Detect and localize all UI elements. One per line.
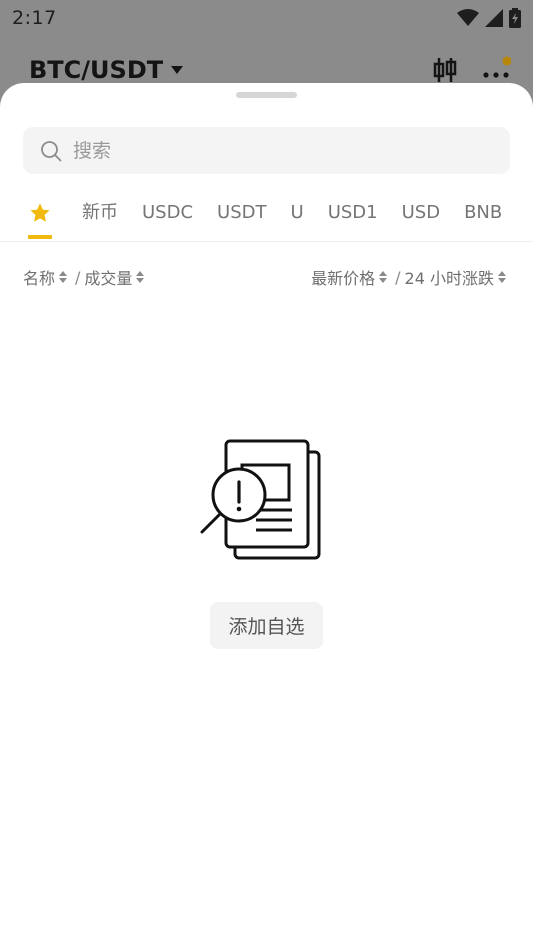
sort-group-right: 最新价格 / 24 小时涨跌 bbox=[311, 265, 510, 289]
sort-icon[interactable] bbox=[136, 271, 145, 283]
tab-usdc[interactable]: USDC bbox=[142, 191, 193, 235]
market-tabs: 新币 USDC USDT U USD1 USD BNB bbox=[0, 191, 533, 242]
pair-label: BTC/USDT bbox=[29, 56, 164, 84]
sort-change-label[interactable]: 24 小时涨跌 bbox=[405, 265, 494, 289]
battery-icon bbox=[509, 8, 521, 28]
search-bar[interactable] bbox=[23, 127, 510, 174]
status-bar: 2:17 bbox=[0, 0, 533, 36]
sort-icon[interactable] bbox=[498, 271, 506, 283]
sort-volume-label[interactable]: 成交量 bbox=[84, 265, 132, 289]
sort-icon[interactable] bbox=[59, 271, 68, 283]
tab-bnb[interactable]: BNB bbox=[464, 191, 502, 235]
caret-down-icon bbox=[171, 66, 184, 74]
column-header: 名称 / 成交量 最新价格 / 24 小时涨跌 bbox=[23, 265, 510, 289]
sort-group-left: 名称 / 成交量 bbox=[23, 265, 148, 289]
separator: / bbox=[75, 267, 81, 287]
tab-new-listing[interactable]: 新币 bbox=[82, 191, 118, 235]
signal-icon bbox=[485, 9, 503, 27]
wifi-icon bbox=[457, 9, 479, 26]
sort-icon[interactable] bbox=[379, 271, 388, 283]
more-options-icon[interactable] bbox=[483, 56, 511, 84]
tab-favorites[interactable] bbox=[28, 191, 52, 239]
star-icon bbox=[30, 203, 50, 222]
sort-price-label[interactable]: 最新价格 bbox=[311, 265, 375, 289]
pair-selector[interactable]: BTC/USDT bbox=[29, 56, 184, 84]
search-input[interactable] bbox=[71, 138, 475, 163]
tab-usd[interactable]: USD bbox=[402, 191, 440, 235]
sheet-drag-handle[interactable] bbox=[236, 92, 297, 98]
market-selector-sheet: 新币 USDC USDT U USD1 USD BNB 名称 / 成交量 最新价… bbox=[0, 83, 533, 948]
sort-name-label[interactable]: 名称 bbox=[23, 265, 55, 289]
search-icon bbox=[41, 140, 62, 161]
no-results-document-icon bbox=[200, 439, 321, 560]
candlestick-chart-icon[interactable] bbox=[433, 57, 457, 83]
add-favorites-button[interactable]: 添加自选 bbox=[210, 602, 323, 649]
tab-u[interactable]: U bbox=[291, 191, 304, 235]
active-tab-indicator bbox=[28, 235, 52, 239]
separator: / bbox=[395, 267, 401, 287]
tab-usd1[interactable]: USD1 bbox=[328, 191, 378, 235]
status-icons bbox=[457, 8, 521, 28]
tab-usdt[interactable]: USDT bbox=[217, 191, 266, 235]
status-time: 2:17 bbox=[12, 7, 57, 29]
